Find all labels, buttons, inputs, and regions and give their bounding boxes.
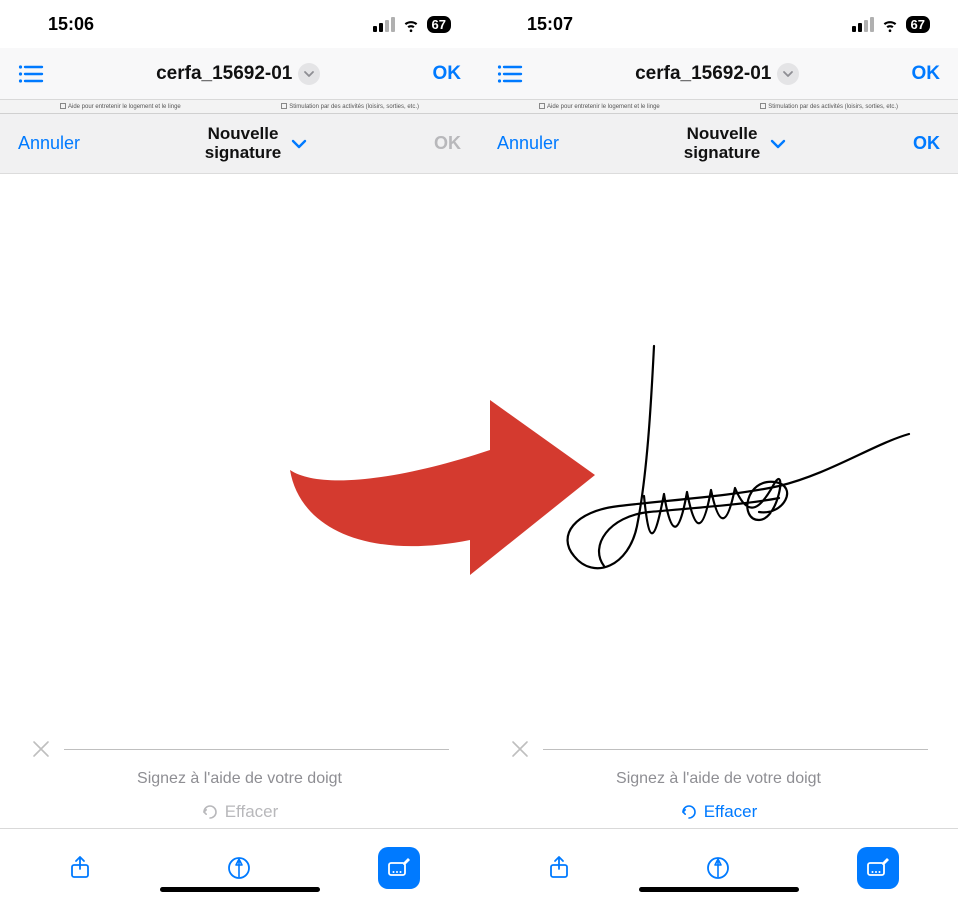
chevron-down-icon — [289, 134, 309, 154]
signature-mode-label: Nouvelle signature — [684, 125, 761, 162]
signature-toolbar: Annuler Nouvelle signature OK — [0, 114, 479, 174]
battery-badge: 67 — [906, 16, 930, 33]
document-preview-strip: Aide pour entretenir le logement et le l… — [479, 100, 958, 114]
navbar-ok-button[interactable]: OK — [432, 63, 461, 85]
screen-before: 15:06 67 cerfa_15692-01 — [0, 0, 479, 900]
home-indicator[interactable] — [160, 887, 320, 892]
signature-footer: Signez à l'aide de votre doigt Effacer — [479, 738, 958, 828]
battery-badge: 67 — [427, 16, 451, 33]
pen-tool-button[interactable] — [218, 847, 260, 889]
status-right: 67 — [852, 14, 930, 34]
document-title[interactable]: cerfa_15692-01 — [635, 63, 799, 85]
erase-label: Effacer — [704, 802, 758, 822]
signature-canvas[interactable]: Signez à l'aide de votre doigt Effacer — [0, 174, 479, 828]
home-indicator[interactable] — [639, 887, 799, 892]
signature-mode-selector[interactable]: Nouvelle signature — [684, 125, 789, 162]
document-title-text: cerfa_15692-01 — [156, 63, 292, 85]
screen-after: 15:07 67 cerfa_15692-01 — [479, 0, 958, 900]
confirm-signature-button[interactable]: OK — [434, 133, 461, 154]
undo-icon — [680, 803, 698, 821]
signature-hint: Signez à l'aide de votre doigt — [509, 770, 928, 788]
navbar-ok-button[interactable]: OK — [911, 63, 940, 85]
document-preview-strip: Aide pour entretenir le logement et le l… — [0, 100, 479, 114]
signature-canvas[interactable]: Signez à l'aide de votre doigt Effacer — [479, 174, 958, 828]
chevron-down-icon[interactable] — [777, 63, 799, 85]
clear-x-icon[interactable] — [509, 738, 531, 760]
list-icon[interactable] — [497, 63, 523, 85]
cellular-icon — [373, 17, 395, 32]
document-title[interactable]: cerfa_15692-01 — [156, 63, 320, 85]
cancel-button[interactable]: Annuler — [497, 133, 559, 154]
status-bar: 15:07 67 — [479, 0, 958, 48]
navbar: cerfa_15692-01 OK — [0, 48, 479, 100]
status-time: 15:07 — [527, 14, 573, 35]
signature-drawing — [479, 174, 958, 828]
cellular-icon — [852, 17, 874, 32]
signature-baseline — [543, 749, 928, 750]
erase-label: Effacer — [225, 802, 279, 822]
signature-tool-button[interactable] — [378, 847, 420, 889]
signature-footer: Signez à l'aide de votre doigt Effacer — [0, 738, 479, 828]
chevron-down-icon — [768, 134, 788, 154]
status-bar: 15:06 67 — [0, 0, 479, 48]
signature-tool-button[interactable] — [857, 847, 899, 889]
confirm-signature-button[interactable]: OK — [913, 133, 940, 154]
list-icon[interactable] — [18, 63, 44, 85]
pen-tool-button[interactable] — [697, 847, 739, 889]
wifi-icon — [880, 14, 900, 34]
status-right: 67 — [373, 14, 451, 34]
share-button[interactable] — [538, 847, 580, 889]
signature-baseline — [64, 749, 449, 750]
clear-x-icon[interactable] — [30, 738, 52, 760]
chevron-down-icon[interactable] — [298, 63, 320, 85]
signature-mode-selector[interactable]: Nouvelle signature — [205, 125, 310, 162]
signature-hint: Signez à l'aide de votre doigt — [30, 770, 449, 788]
wifi-icon — [401, 14, 421, 34]
navbar: cerfa_15692-01 OK — [479, 48, 958, 100]
status-time: 15:06 — [48, 14, 94, 35]
signature-toolbar: Annuler Nouvelle signature OK — [479, 114, 958, 174]
erase-button[interactable]: Effacer — [509, 802, 928, 822]
share-button[interactable] — [59, 847, 101, 889]
cancel-button[interactable]: Annuler — [18, 133, 80, 154]
undo-icon — [201, 803, 219, 821]
document-title-text: cerfa_15692-01 — [635, 63, 771, 85]
erase-button[interactable]: Effacer — [30, 802, 449, 822]
signature-mode-label: Nouvelle signature — [205, 125, 282, 162]
